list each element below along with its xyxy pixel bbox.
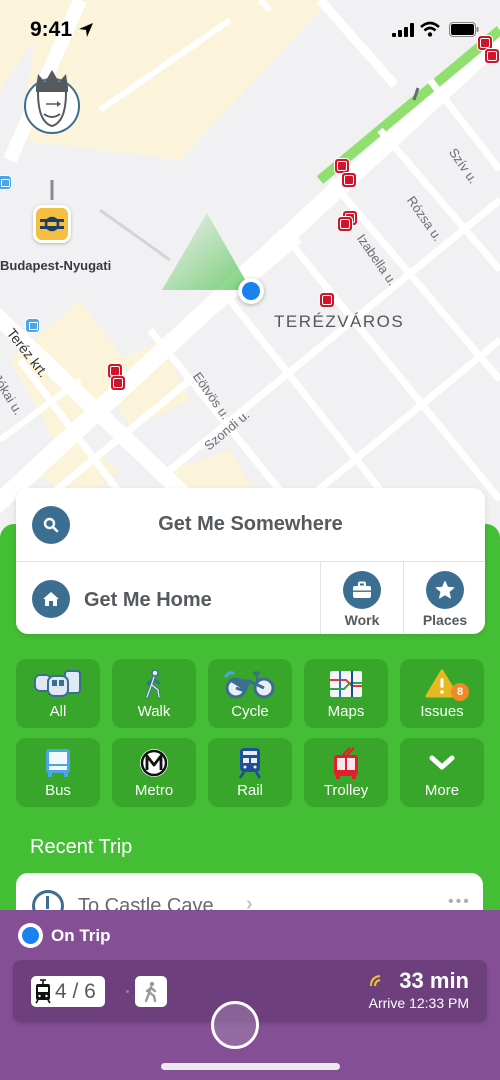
places-button[interactable]: Places: [403, 562, 485, 634]
home-indicator[interactable]: [161, 1063, 340, 1070]
trip-arrival-time: Arrive 12:33 PM: [368, 995, 469, 1011]
walk-icon: [144, 981, 157, 1002]
bus-stop-pin[interactable]: [25, 318, 40, 333]
mode-rail-button[interactable]: Rail: [208, 738, 292, 807]
get-me-somewhere-button[interactable]: Get Me Somewhere: [16, 488, 485, 562]
work-button[interactable]: Work: [320, 562, 403, 634]
mode-all-button[interactable]: All: [16, 659, 100, 728]
issues-count-badge: 8: [451, 683, 469, 701]
briefcase-icon: [343, 571, 381, 609]
destination-card: Get Me Somewhere Get Me Home Work Places: [16, 488, 485, 634]
assistive-touch-button[interactable]: [211, 1001, 259, 1049]
king-avatar-icon: [24, 70, 80, 134]
tram-stop-pin[interactable]: [110, 375, 126, 391]
live-tracking-icon: [370, 975, 381, 987]
wifi-icon: [420, 21, 440, 37]
status-bar: 9:41: [0, 0, 500, 60]
get-me-home-label: Get Me Home: [84, 589, 212, 611]
profile-avatar-button[interactable]: [24, 66, 80, 134]
mode-metro-button[interactable]: Metro: [112, 738, 196, 807]
all-transit-icon: [16, 668, 100, 700]
bus-stop-pin[interactable]: [0, 175, 12, 190]
transit-map-icon: [304, 668, 388, 700]
mode-rail-label: Rail: [237, 782, 263, 799]
star-icon: [426, 571, 464, 609]
mode-trolley-button[interactable]: Trolley: [304, 738, 388, 807]
leg-separator: [126, 990, 129, 993]
tram-stop-pin[interactable]: [341, 172, 357, 188]
mode-trolley-label: Trolley: [323, 782, 369, 799]
rail-icon: [208, 747, 292, 779]
mode-walk-label: Walk: [137, 703, 171, 720]
status-time: 9:41: [30, 18, 73, 41]
app-screen: Teréz krt. Eötvös u. Szondi u. Izabella …: [0, 0, 500, 1080]
home-icon: [32, 580, 70, 618]
chevron-down-icon: [400, 747, 484, 779]
map-view[interactable]: Teréz krt. Eötvös u. Szondi u. Izabella …: [0, 0, 500, 540]
mode-walk-button[interactable]: Walk: [112, 659, 196, 728]
mode-all-label: All: [49, 703, 67, 720]
location-arrow-icon: [79, 23, 93, 37]
mode-issues-label: Issues: [420, 703, 464, 720]
metro-icon: [112, 747, 196, 779]
tram-leg-chip: 4 / 6: [31, 976, 105, 1007]
recent-trip-heading: Recent Trip: [30, 836, 133, 858]
get-me-somewhere-label: Get Me Somewhere: [158, 513, 343, 535]
warning-icon: [400, 668, 484, 700]
mode-bus-button[interactable]: Bus: [16, 738, 100, 807]
mode-cycle-button[interactable]: Cycle: [208, 659, 292, 728]
more-options-button[interactable]: •••: [448, 893, 471, 911]
tram-stop-pin[interactable]: [337, 216, 353, 232]
current-location-dot: [238, 278, 264, 304]
cellular-signal-icon: [392, 23, 414, 37]
district-label: TERÉZVÁROS: [274, 312, 405, 331]
station-label: Budapest-Nyugati: [0, 258, 112, 273]
walk-icon: [112, 668, 196, 700]
leg-progress: 4 / 6: [55, 980, 96, 1003]
bus-icon: [16, 747, 100, 779]
mode-maps-label: Maps: [327, 703, 365, 720]
places-label: Places: [422, 612, 468, 628]
mav-rail-icon: [40, 216, 64, 232]
get-me-home-button[interactable]: Get Me Home: [16, 562, 320, 634]
trip-eta: 33 min: [399, 968, 469, 993]
walk-leg-chip: [135, 976, 167, 1007]
tram-icon: [35, 979, 51, 1004]
mode-cycle-label: Cycle: [231, 703, 269, 720]
on-trip-bar: On Trip 4 / 6 33 min Arrive 12:33 PM: [0, 910, 500, 1080]
mode-metro-label: Metro: [134, 782, 174, 799]
bicycle-icon: [208, 668, 292, 700]
rail-station-pin[interactable]: [33, 205, 71, 247]
battery-icon: [449, 22, 479, 37]
tram-stop-pin[interactable]: [319, 292, 335, 308]
work-label: Work: [344, 612, 380, 628]
on-trip-label: On Trip: [51, 926, 111, 945]
mode-bus-label: Bus: [45, 782, 71, 799]
mode-maps-button[interactable]: Maps: [304, 659, 388, 728]
trip-status-dot-icon: [18, 923, 43, 948]
mode-more-button[interactable]: More: [400, 738, 484, 807]
mode-issues-button[interactable]: 8 Issues: [400, 659, 484, 728]
mode-more-label: More: [424, 782, 460, 799]
trolley-icon: [304, 747, 388, 779]
